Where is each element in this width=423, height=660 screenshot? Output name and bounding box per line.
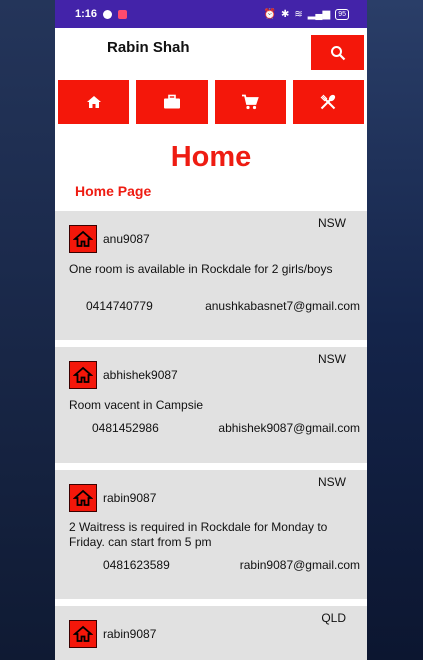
- app-header: Rabin Shah: [55, 28, 367, 74]
- status-bar: 1:16 ⏰ ✱ ≋ ▂▄▆ 95: [55, 0, 367, 28]
- nav-shop-button[interactable]: [214, 80, 286, 124]
- house-icon: [69, 225, 97, 253]
- nav-home-button[interactable]: [58, 80, 130, 124]
- post-card[interactable]: NSW rabin9087 2 Waitress is required in …: [55, 470, 367, 606]
- page-title: Home: [170, 141, 252, 173]
- post-user: anu9087: [69, 225, 150, 253]
- cart-icon: [242, 94, 259, 110]
- house-icon: [69, 361, 97, 389]
- alarm-icon: ⏰: [263, 8, 276, 20]
- page-subtitle: Home Page: [75, 183, 152, 199]
- post-text: One room is available in Rockdale for 2 …: [69, 262, 333, 276]
- post-feed: NSW anu9087 One room is available in Roc…: [55, 211, 367, 660]
- bluetooth-icon: ✱: [280, 8, 290, 20]
- post-phone[interactable]: 0414740779: [86, 299, 153, 313]
- phone-screen: 1:16 ⏰ ✱ ≋ ▂▄▆ 95 Rabin Shah Home Home P…: [55, 0, 367, 660]
- home-icon: [86, 96, 101, 108]
- post-card[interactable]: NSW anu9087 One room is available in Roc…: [55, 211, 367, 347]
- signal-icon: ▂▄▆: [307, 8, 331, 20]
- post-text: 2 Waitress is required in Rockdale for M…: [69, 520, 328, 549]
- post-username: abhishek9087: [103, 368, 178, 382]
- post-email[interactable]: abhishek9087@gmail.com: [218, 421, 360, 435]
- wifi-icon: ≋: [294, 8, 303, 20]
- background-right: [367, 0, 423, 660]
- post-phone[interactable]: 0481452986: [92, 421, 159, 435]
- post-user: rabin9087: [69, 484, 156, 512]
- post-user: abhishek9087: [69, 361, 178, 389]
- app-notification-icon: [118, 9, 128, 19]
- house-icon: [69, 484, 97, 512]
- post-user: rabin9087: [69, 620, 156, 648]
- briefcase-icon: [163, 94, 180, 109]
- post-text: Room vacent in Campsie: [69, 398, 204, 412]
- status-time: 1:16: [75, 8, 98, 20]
- post-username: rabin9087: [103, 627, 157, 641]
- house-icon: [69, 620, 97, 648]
- post-email[interactable]: anushkabasnet7@gmail.com: [205, 299, 360, 313]
- user-name: Rabin Shah: [107, 39, 190, 56]
- nav-bar: [55, 74, 367, 124]
- notification-icon: [103, 9, 113, 19]
- post-username: anu9087: [103, 232, 150, 246]
- background-left: [0, 0, 55, 660]
- post-card[interactable]: NSW abhishek9087 Room vacent in Campsie …: [55, 347, 367, 470]
- post-username: rabin9087: [103, 491, 157, 505]
- post-state: NSW: [318, 352, 346, 366]
- nav-jobs-button[interactable]: [136, 80, 208, 124]
- nav-food-button[interactable]: [292, 80, 364, 124]
- battery-icon: 95: [335, 8, 349, 20]
- search-icon: [330, 45, 345, 60]
- post-state: NSW: [318, 475, 346, 489]
- search-button[interactable]: [311, 35, 364, 70]
- post-state: NSW: [318, 216, 346, 230]
- post-state: QLD: [321, 611, 346, 625]
- restaurant-icon: [320, 94, 336, 110]
- post-phone[interactable]: 0481623589: [103, 558, 170, 572]
- post-card[interactable]: QLD rabin9087: [55, 606, 367, 660]
- post-email[interactable]: rabin9087@gmail.com: [240, 558, 360, 572]
